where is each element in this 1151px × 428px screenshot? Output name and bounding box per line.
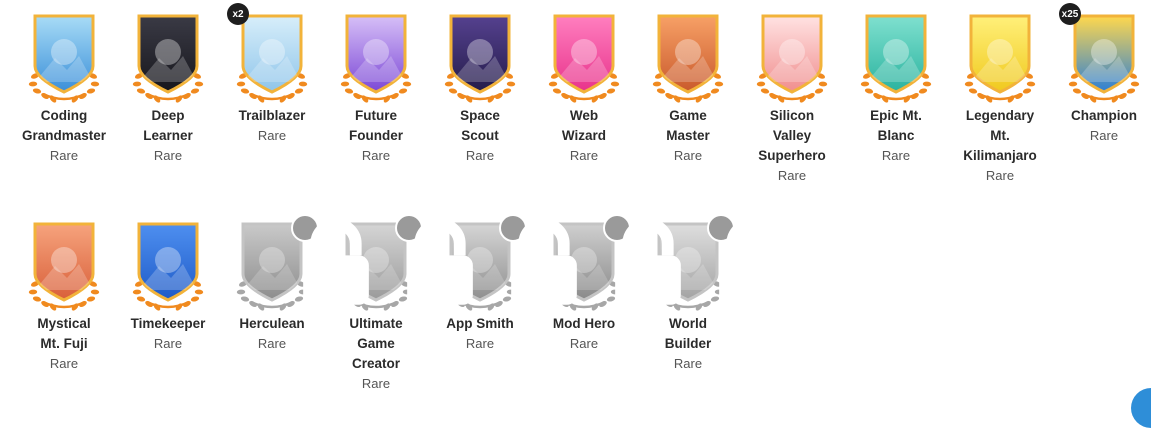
- badge-rarity: Rare: [361, 376, 391, 391]
- badge-name: Epic Mt. Blanc: [870, 108, 922, 143]
- badge-name: Future Founder: [349, 108, 403, 143]
- badge-rarity: Rare: [1089, 128, 1119, 143]
- badge-rarity: Rare: [673, 356, 703, 371]
- badge-rarity: Rare: [465, 148, 495, 163]
- badge-rarity: Rare: [569, 148, 599, 163]
- badge-name: Ultimate Game Creator: [349, 316, 403, 371]
- epic-mt-blanc-icon: [853, 12, 939, 104]
- badge-rarity: Rare: [985, 168, 1015, 183]
- lock-icon: [291, 214, 369, 305]
- badge-grid: Coding Grandmaster Rare Deep Learner Rare: [12, 3, 1140, 420]
- badge-card[interactable]: Mystical Mt. Fuji Rare: [12, 220, 116, 420]
- badge-rarity: Rare: [465, 336, 495, 351]
- badge-card[interactable]: Web Wizard Rare: [532, 12, 636, 208]
- legendary-mt-kilimanjaro-icon: [957, 12, 1043, 104]
- badge-name: Mod Hero: [552, 316, 616, 331]
- badge-rarity: Rare: [777, 168, 807, 183]
- space-scout-icon: [437, 12, 523, 104]
- trailblazer-icon: x2: [227, 3, 315, 104]
- herculean-icon: [229, 214, 369, 312]
- help-chat-button[interactable]: [1131, 388, 1151, 428]
- badge-card[interactable]: Future Founder Rare: [324, 12, 428, 208]
- badge-rarity: Rare: [153, 336, 183, 351]
- champion-icon: x25: [1059, 3, 1147, 104]
- badge-name: Silicon Valley Superhero: [758, 108, 826, 163]
- badge-card[interactable]: Legendary Mt. Kilimanjaro Rare: [948, 12, 1052, 208]
- badge-card[interactable]: Herculean Rare: [220, 214, 369, 420]
- earned-count-badge: x2: [227, 3, 249, 25]
- badge-card[interactable]: Deep Learner Rare: [116, 12, 220, 208]
- game-master-icon: [645, 12, 731, 104]
- coding-grandmaster-icon: [21, 12, 107, 104]
- badge-name: Game Master: [666, 108, 710, 143]
- badge-name: Champion: [1071, 108, 1137, 123]
- badge-rarity: Rare: [257, 128, 287, 143]
- earned-count-badge: x25: [1059, 3, 1081, 25]
- badge-row-2: Mystical Mt. Fuji Rare Timekeeper Rare H…: [12, 214, 1132, 420]
- badge-name: Deep Learner: [143, 108, 193, 143]
- badge-rarity: Rare: [49, 356, 79, 371]
- badge-name: Trailblazer: [238, 108, 306, 123]
- badge-card[interactable]: Silicon Valley Superhero Rare: [740, 12, 844, 208]
- badge-rarity: Rare: [881, 148, 911, 163]
- badge-card[interactable]: Coding Grandmaster Rare: [12, 12, 116, 208]
- badge-name: Legendary Mt. Kilimanjaro: [963, 108, 1037, 163]
- badge-card[interactable]: Timekeeper Rare: [116, 220, 220, 420]
- lock-icon: [395, 214, 473, 305]
- badge-name: Timekeeper: [130, 316, 206, 331]
- badge-rarity: Rare: [49, 148, 79, 163]
- badge-card[interactable]: Game Master Rare: [636, 12, 740, 208]
- badge-card[interactable]: x2 Trailblazer Rare: [220, 3, 324, 208]
- badge-name: Space Scout: [460, 108, 500, 143]
- badge-card[interactable]: x25 Champion Rare: [1052, 3, 1151, 208]
- badge-name: App Smith: [446, 316, 514, 331]
- badge-name: Web Wizard: [561, 108, 607, 143]
- badge-rarity: Rare: [361, 148, 391, 163]
- badge-name: Herculean: [239, 316, 305, 331]
- badge-rarity: Rare: [673, 148, 703, 163]
- silicon-valley-superhero-icon: [749, 12, 835, 104]
- badge-name: World Builder: [664, 316, 712, 351]
- deep-learner-icon: [125, 12, 211, 104]
- badge-rarity: Rare: [153, 148, 183, 163]
- lock-icon: [707, 214, 785, 305]
- badge-name: Mystical Mt. Fuji: [37, 316, 91, 351]
- web-wizard-icon: [541, 12, 627, 104]
- badge-card[interactable]: Space Scout Rare: [428, 12, 532, 208]
- badge-card[interactable]: Epic Mt. Blanc Rare: [844, 12, 948, 208]
- lock-icon: [499, 214, 577, 305]
- timekeeper-icon: [125, 220, 211, 312]
- mystical-mt-fuji-icon: [21, 220, 107, 312]
- future-founder-icon: [333, 12, 419, 104]
- badge-name: Coding Grandmaster: [21, 108, 107, 143]
- lock-icon: [603, 214, 681, 305]
- badge-rarity: Rare: [569, 336, 599, 351]
- badge-rarity: Rare: [257, 336, 287, 351]
- badge-row-1: Coding Grandmaster Rare Deep Learner Rare: [12, 3, 1140, 208]
